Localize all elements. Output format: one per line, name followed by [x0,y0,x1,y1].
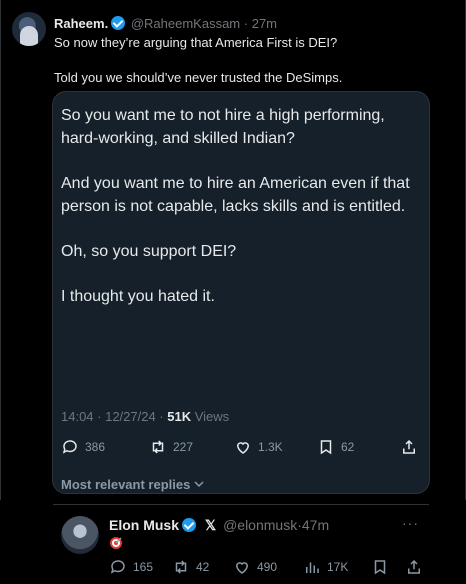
most-relevant-replies-label: Most relevant replies [61,477,191,492]
reply-reply-button[interactable]: 165 [109,558,153,576]
x-affiliation-icon: 𝕏 [204,517,217,533]
quoted-tweet-card[interactable]: So you want me to not hire a high perfor… [52,91,430,575]
left-border [0,0,1,500]
like-count: 1.3K [258,440,283,454]
analytics-icon [306,562,319,573]
author-name[interactable]: Raheem. [54,16,108,31]
quote-paragraph-1: So you want me to not hire a high perfor… [61,107,385,147]
share-button[interactable] [400,438,418,456]
repost-icon [152,440,164,454]
reply-author-name[interactable]: Elon Musk [109,517,179,533]
author-avatar[interactable] [12,12,46,46]
reply-time[interactable]: 47m [302,517,329,533]
share-icon [403,439,415,454]
reply-repost-count: 42 [196,560,210,574]
repost-count: 227 [173,440,194,454]
quoted-tweet-text: So you want me to not hire a high perfor… [61,104,421,330]
author-handle[interactable]: @RaheemKassam [131,16,240,31]
reply-like-count: 490 [257,560,278,574]
tweet-time[interactable]: 27m [252,16,277,31]
reply-action-bar: 165 42 490 17K [109,558,421,578]
reply-share-button[interactable] [405,558,423,576]
reply-count: 386 [85,440,106,454]
verified-badge-icon [111,16,126,30]
heart-icon [236,442,250,454]
heart-icon [235,562,249,574]
most-relevant-replies-dropdown[interactable]: Most relevant replies [61,477,204,492]
quote-paragraph-3: Oh, so you support DEI? [61,243,237,260]
tweet-text-line1: So now they’re arguing that America Firs… [54,35,338,50]
reply-like-button[interactable]: 490 [233,558,277,576]
reply-reply-count: 165 [133,560,154,574]
target-emoji-icon [110,537,122,549]
quote-action-bar: 386 227 1.3K 62 [61,438,421,458]
reply-button[interactable]: 386 [61,438,105,456]
tweet-header: Raheem. @RaheemKassam · 27m [54,16,277,31]
verified-badge-icon [182,518,197,532]
more-options-icon[interactable]: ··· [402,515,419,531]
reply-views-count: 17K [327,560,349,574]
quote-paragraph-2: And you want me to hire an American even… [61,175,410,215]
reply-author-handle[interactable]: @elonmusk [223,517,297,533]
repost-button[interactable]: 227 [149,438,193,456]
quote-metadata: 14:04 · 12/27/24 · 51K Views [61,409,229,424]
share-icon [408,559,420,574]
bookmark-count: 62 [341,440,355,454]
reply-bookmark-button[interactable] [371,558,389,576]
views-count: 51K [167,409,192,424]
reply-repost-button[interactable]: 42 [172,558,209,576]
reply-header: Elon Musk 𝕏 @elonmusk·47m [109,517,329,534]
quote-timestamp[interactable]: 14:04 · 12/27/24 · [61,409,167,424]
reply-views-button[interactable]: 17K [303,558,348,576]
tweet-text-line2: Told you we should’ve never trusted the … [54,70,343,85]
separator: · [243,16,249,31]
chevron-down-icon [194,481,204,488]
reply-author-avatar[interactable] [61,516,99,554]
like-button[interactable]: 1.3K [234,438,283,456]
bookmark-icon [374,560,386,575]
reply-item[interactable]: Elon Musk 𝕏 @elonmusk·47m ··· 165 42 490 [53,505,429,584]
quote-paragraph-4: I thought you hated it. [61,288,215,305]
bookmark-button[interactable]: 62 [317,438,354,456]
bookmark-icon [320,440,332,455]
views-label: Views [191,409,230,424]
reply-icon [62,440,77,454]
reply-icon [110,560,125,574]
repost-icon [175,560,187,574]
